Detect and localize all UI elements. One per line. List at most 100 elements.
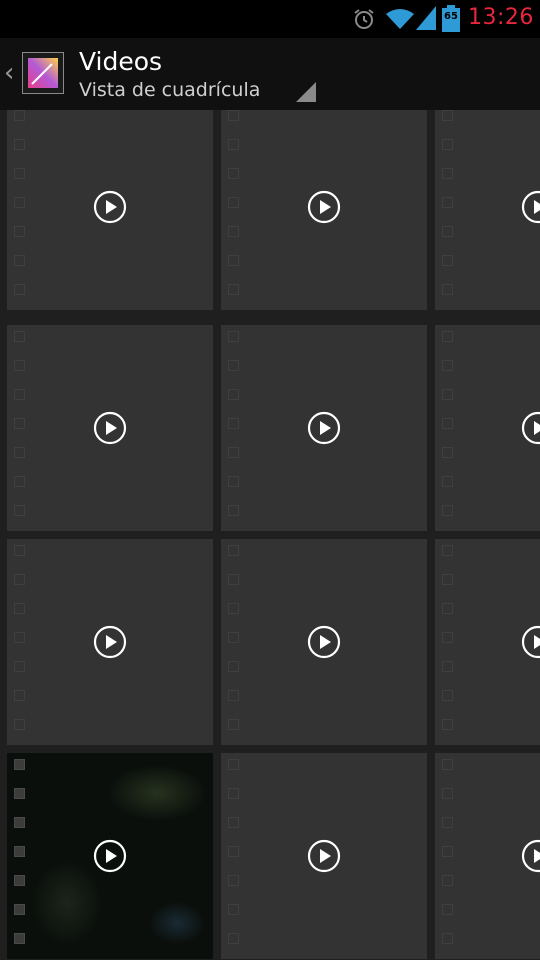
video-thumbnail[interactable] xyxy=(435,753,540,959)
video-thumbnail[interactable] xyxy=(221,753,427,959)
sprocket-hole xyxy=(14,904,25,915)
film-sprockets xyxy=(228,545,240,745)
sprocket-hole xyxy=(442,759,453,770)
sprocket-hole xyxy=(442,255,453,266)
sprocket-hole xyxy=(442,661,453,672)
sprocket-hole xyxy=(442,603,453,614)
sprocket-hole xyxy=(442,476,453,487)
sprocket-hole xyxy=(442,168,453,179)
sprocket-hole xyxy=(14,661,25,672)
sprocket-hole xyxy=(442,389,453,400)
sprocket-hole xyxy=(228,603,239,614)
sprocket-hole xyxy=(442,197,453,208)
play-icon[interactable] xyxy=(93,625,127,659)
sprocket-hole xyxy=(228,255,239,266)
sprocket-hole xyxy=(14,110,25,121)
sprocket-hole xyxy=(228,846,239,857)
sprocket-hole xyxy=(442,933,453,944)
play-icon[interactable] xyxy=(307,190,341,224)
sprocket-hole xyxy=(442,632,453,643)
sprocket-hole xyxy=(442,110,453,121)
video-thumbnail[interactable] xyxy=(221,325,427,531)
sprocket-hole xyxy=(442,875,453,886)
film-sprockets xyxy=(442,545,454,745)
sprocket-hole xyxy=(228,719,239,730)
sprocket-hole xyxy=(14,331,25,342)
sprocket-hole xyxy=(228,284,239,295)
sprocket-hole xyxy=(228,110,239,121)
sprocket-hole xyxy=(14,389,25,400)
sprocket-hole xyxy=(228,418,239,429)
sprocket-hole xyxy=(442,360,453,371)
film-sprockets xyxy=(442,759,454,959)
sprocket-hole xyxy=(14,418,25,429)
video-thumbnail[interactable] xyxy=(7,539,213,745)
play-icon[interactable] xyxy=(521,190,540,224)
video-thumbnail[interactable] xyxy=(7,325,213,531)
play-icon[interactable] xyxy=(93,190,127,224)
film-sprockets xyxy=(14,110,26,310)
sprocket-hole xyxy=(442,284,453,295)
sprocket-hole xyxy=(228,933,239,944)
video-thumbnail[interactable] xyxy=(435,110,540,310)
video-thumbnail[interactable] xyxy=(7,110,213,310)
video-thumbnail[interactable] xyxy=(7,753,213,959)
sprocket-hole xyxy=(14,447,25,458)
sprocket-hole xyxy=(228,574,239,585)
film-sprockets xyxy=(14,545,26,745)
play-icon[interactable] xyxy=(521,411,540,445)
play-icon[interactable] xyxy=(93,411,127,445)
sprocket-hole xyxy=(228,817,239,828)
play-icon[interactable] xyxy=(307,625,341,659)
sprocket-hole xyxy=(14,690,25,701)
sprocket-hole xyxy=(228,360,239,371)
sprocket-hole xyxy=(14,846,25,857)
sprocket-hole xyxy=(14,574,25,585)
sprocket-hole xyxy=(228,226,239,237)
sprocket-hole xyxy=(442,139,453,150)
sprocket-hole xyxy=(228,788,239,799)
play-icon[interactable] xyxy=(521,839,540,873)
sprocket-hole xyxy=(14,719,25,730)
film-sprockets xyxy=(228,759,240,959)
sprocket-hole xyxy=(14,476,25,487)
sprocket-hole xyxy=(14,933,25,944)
sprocket-hole xyxy=(14,545,25,556)
play-icon[interactable] xyxy=(307,839,341,873)
sprocket-hole xyxy=(228,661,239,672)
film-sprockets xyxy=(228,331,240,531)
sprocket-hole xyxy=(442,545,453,556)
sprocket-hole xyxy=(228,331,239,342)
sprocket-hole xyxy=(228,759,239,770)
video-grid xyxy=(0,110,540,960)
sprocket-hole xyxy=(442,418,453,429)
play-icon[interactable] xyxy=(307,411,341,445)
status-bar: 65 13:26 xyxy=(0,0,540,38)
wifi-icon xyxy=(386,9,414,29)
sprocket-hole xyxy=(14,632,25,643)
sprocket-hole xyxy=(14,759,25,770)
sprocket-hole xyxy=(14,197,25,208)
play-icon[interactable] xyxy=(93,839,127,873)
clock: 13:26 xyxy=(468,5,534,30)
sprocket-hole xyxy=(228,139,239,150)
video-thumbnail[interactable] xyxy=(435,325,540,531)
sprocket-hole xyxy=(442,788,453,799)
back-chevron-icon[interactable]: ‹ xyxy=(4,58,14,88)
video-thumbnail[interactable] xyxy=(221,539,427,745)
action-bar: ‹ Videos Vista de cuadrícula xyxy=(0,38,540,110)
video-thumbnail[interactable] xyxy=(221,110,427,310)
gallery-app-icon[interactable] xyxy=(22,52,64,94)
sprocket-hole xyxy=(228,389,239,400)
sprocket-hole xyxy=(442,331,453,342)
sprocket-hole xyxy=(442,719,453,730)
sprocket-hole xyxy=(228,545,239,556)
sprocket-hole xyxy=(14,875,25,886)
sprocket-hole xyxy=(228,447,239,458)
film-sprockets xyxy=(442,110,454,310)
sprocket-hole xyxy=(442,574,453,585)
play-icon[interactable] xyxy=(521,625,540,659)
sprocket-hole xyxy=(442,447,453,458)
sprocket-hole xyxy=(228,197,239,208)
video-thumbnail[interactable] xyxy=(435,539,540,745)
